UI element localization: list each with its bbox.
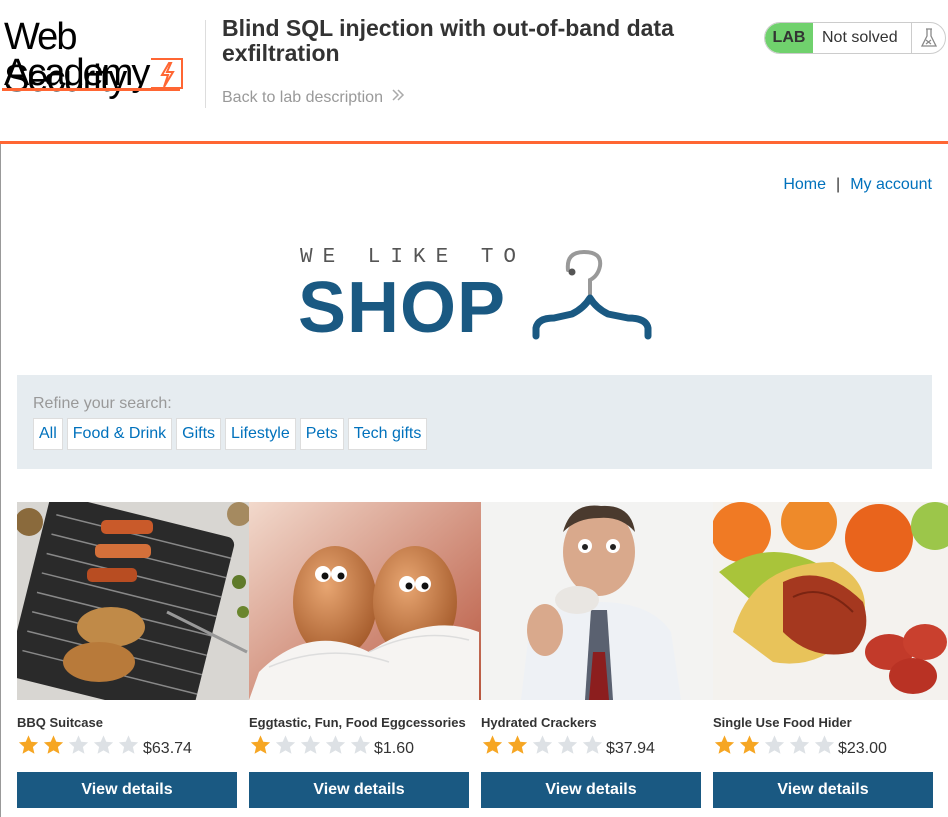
double-chevron-right-icon	[391, 88, 405, 107]
lab-status-widget: LAB Not solved	[764, 22, 946, 54]
star-filled-icon	[18, 735, 39, 754]
filter-tag-lifestyle[interactable]: Lifestyle	[225, 418, 296, 450]
star-empty-icon	[350, 735, 371, 754]
filter-tag-tech-gifts[interactable]: Tech gifts	[347, 418, 428, 450]
my-account-link[interactable]: My account	[850, 176, 932, 194]
bbq-grill-image[interactable]	[17, 502, 249, 700]
star-filled-icon	[507, 735, 528, 754]
filter-section: Refine your search: All Food & Drink Gif…	[17, 375, 932, 469]
star-filled-icon	[482, 735, 503, 754]
star-empty-icon	[68, 735, 89, 754]
lightning-bolt-icon	[151, 58, 183, 89]
product-price: $23.00	[838, 740, 887, 757]
filter-label: Refine your search:	[33, 395, 172, 412]
star-empty-icon	[275, 735, 296, 754]
back-link-label: Back to lab description	[222, 88, 383, 106]
lab-title: Blind SQL injection with out-of-band dat…	[222, 15, 674, 66]
star-empty-icon	[300, 735, 321, 754]
back-to-lab-description-link[interactable]: Back to lab description	[222, 88, 405, 107]
header-divider	[205, 20, 206, 108]
view-details-button[interactable]: View details	[481, 772, 701, 808]
product-rating	[481, 734, 604, 756]
product-name[interactable]: Hydrated Crackers	[481, 715, 597, 730]
shop-banner: WE LIKE TO SHOP	[298, 242, 654, 348]
product-card: Eggtastic, Fun, Food Eggcessories $1.60 …	[249, 502, 481, 808]
product-card: Single Use Food Hider $23.00 View detail…	[713, 502, 948, 808]
view-details-button[interactable]: View details	[17, 772, 237, 808]
view-details-button[interactable]: View details	[713, 772, 933, 808]
lab-badge: LAB	[765, 23, 813, 53]
banner-tagline: WE LIKE TO	[300, 246, 527, 269]
product-card: BBQ Suitcase $63.74 View details	[17, 502, 249, 808]
star-filled-icon	[714, 735, 735, 754]
star-empty-icon	[582, 735, 603, 754]
product-price: $1.60	[374, 740, 415, 757]
filter-tags: All Food & Drink Gifts Lifestyle Pets Te…	[33, 418, 428, 450]
star-empty-icon	[118, 735, 139, 754]
star-filled-icon	[43, 735, 64, 754]
home-link[interactable]: Home	[783, 176, 826, 194]
product-rating	[249, 734, 372, 756]
star-filled-icon	[739, 735, 760, 754]
star-empty-icon	[532, 735, 553, 754]
product-rating	[713, 734, 836, 756]
product-price: $37.94	[606, 740, 655, 757]
academy-header: Web Security Academy Blind SQL injection…	[0, 0, 948, 144]
man-eating-cracker-image[interactable]	[481, 502, 713, 700]
star-filled-icon	[250, 735, 271, 754]
star-empty-icon	[814, 735, 835, 754]
view-details-button[interactable]: View details	[249, 772, 469, 808]
star-empty-icon	[557, 735, 578, 754]
star-empty-icon	[93, 735, 114, 754]
filter-tag-gifts[interactable]: Gifts	[176, 418, 222, 450]
nav-separator: |	[836, 176, 841, 193]
top-nav: Home | My account	[783, 176, 932, 194]
filter-tag-all[interactable]: All	[33, 418, 63, 450]
logo-underline	[2, 88, 180, 91]
product-rating	[17, 734, 140, 756]
product-card: Hydrated Crackers $37.94 View details	[481, 502, 713, 808]
filter-tag-pets[interactable]: Pets	[299, 418, 344, 450]
lab-status-text: Not solved	[822, 29, 898, 46]
product-name[interactable]: BBQ Suitcase	[17, 715, 103, 730]
star-empty-icon	[325, 735, 346, 754]
web-security-academy-logo[interactable]: Web Security Academy	[2, 16, 202, 100]
filter-tag-food-drink[interactable]: Food & Drink	[66, 418, 173, 450]
product-name[interactable]: Eggtastic, Fun, Food Eggcessories	[249, 715, 466, 730]
coat-hanger-icon	[532, 249, 652, 340]
flask-icon	[911, 23, 945, 53]
banner-shop-text: SHOP	[298, 268, 507, 348]
star-empty-icon	[764, 735, 785, 754]
eggs-feather-image[interactable]	[249, 502, 481, 700]
product-name[interactable]: Single Use Food Hider	[713, 715, 852, 730]
product-price: $63.74	[143, 740, 192, 757]
food-hider-image[interactable]	[713, 502, 948, 700]
star-empty-icon	[789, 735, 810, 754]
